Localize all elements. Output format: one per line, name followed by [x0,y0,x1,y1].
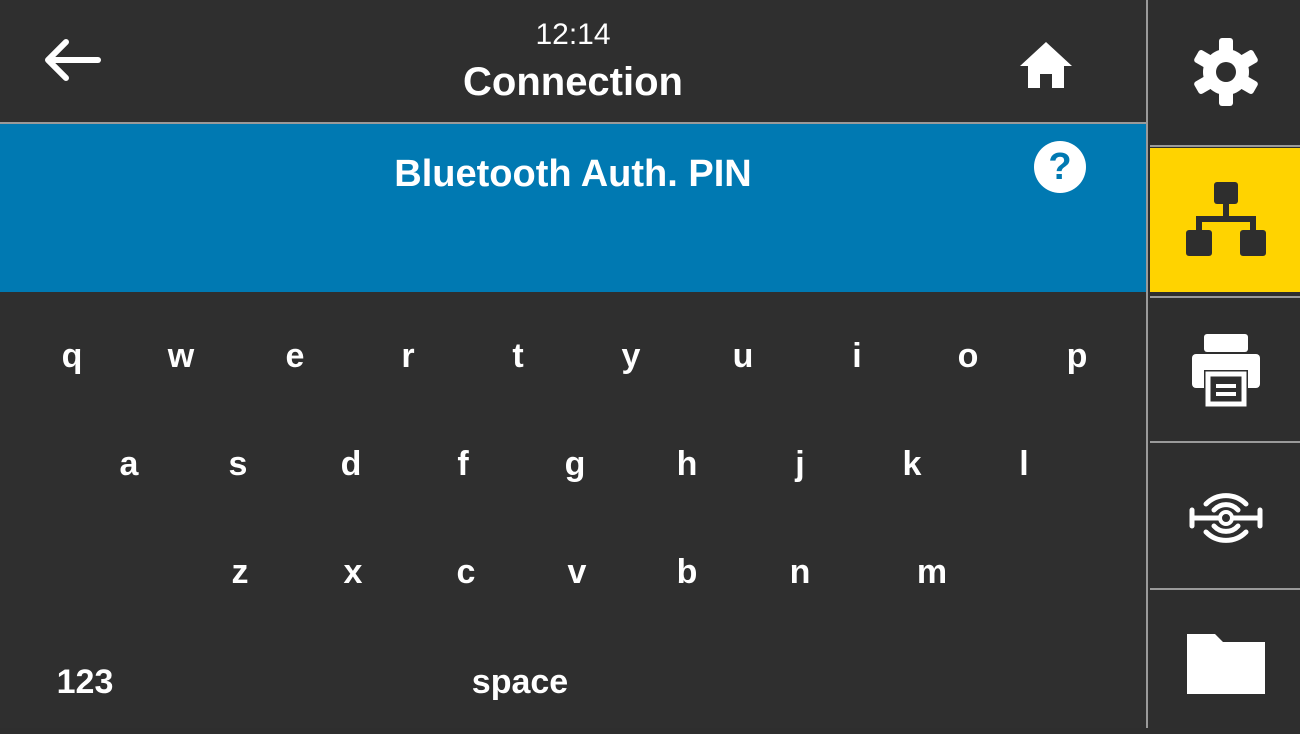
key-k[interactable]: k [872,424,952,504]
home-button[interactable] [1006,36,1086,92]
folder-icon [1187,634,1265,694]
key-a[interactable]: a [89,424,169,504]
network-icon [1186,182,1266,256]
page-title: Connection [463,60,683,104]
key-x[interactable]: x [313,532,393,612]
side-nav [1146,0,1300,728]
key-s[interactable]: s [198,424,278,504]
key-y[interactable]: y [591,316,671,396]
key-d[interactable]: d [311,424,391,504]
settings-icon [1194,38,1258,106]
key-q[interactable]: q [32,316,112,396]
key-h[interactable]: h [647,424,727,504]
key-c[interactable]: c [426,532,506,612]
key-p[interactable]: p [1037,316,1117,396]
printer-touch-screen: 12:14 Connection Bluetooth Auth. PIN ? q… [0,0,1300,728]
setting-banner: Bluetooth Auth. PIN ? [0,124,1146,292]
nav-storage[interactable] [1150,590,1300,734]
clock-time: 12:14 [535,18,611,51]
key-g[interactable]: g [535,424,615,504]
space-key[interactable]: space [450,642,590,722]
nav-connection[interactable] [1150,148,1300,292]
on-screen-keyboard: q w e r t y u i o p a s d f g h j k l z … [0,292,1146,728]
printer-icon [1192,334,1260,407]
key-n[interactable]: n [760,532,840,612]
key-i[interactable]: i [817,316,897,396]
sensor-icon [1189,493,1263,543]
key-w[interactable]: w [141,316,221,396]
key-b[interactable]: b [647,532,727,612]
setting-title: Bluetooth Auth. PIN [394,153,752,195]
nav-settings[interactable] [1150,0,1300,144]
numbers-mode-key[interactable]: 123 [15,642,155,722]
nav-print[interactable] [1150,298,1300,442]
nav-sensors[interactable] [1150,444,1300,588]
key-z[interactable]: z [200,532,280,612]
key-t[interactable]: t [478,316,558,396]
key-o[interactable]: o [928,316,1008,396]
key-u[interactable]: u [703,316,783,396]
key-j[interactable]: j [760,424,840,504]
key-f[interactable]: f [423,424,503,504]
key-e[interactable]: e [255,316,335,396]
key-r[interactable]: r [368,316,448,396]
key-m[interactable]: m [892,532,972,612]
help-button[interactable]: ? [1034,141,1086,193]
key-l[interactable]: l [984,424,1064,504]
key-v[interactable]: v [537,532,617,612]
header-bar: 12:14 Connection [0,0,1146,124]
home-icon [1020,42,1072,88]
